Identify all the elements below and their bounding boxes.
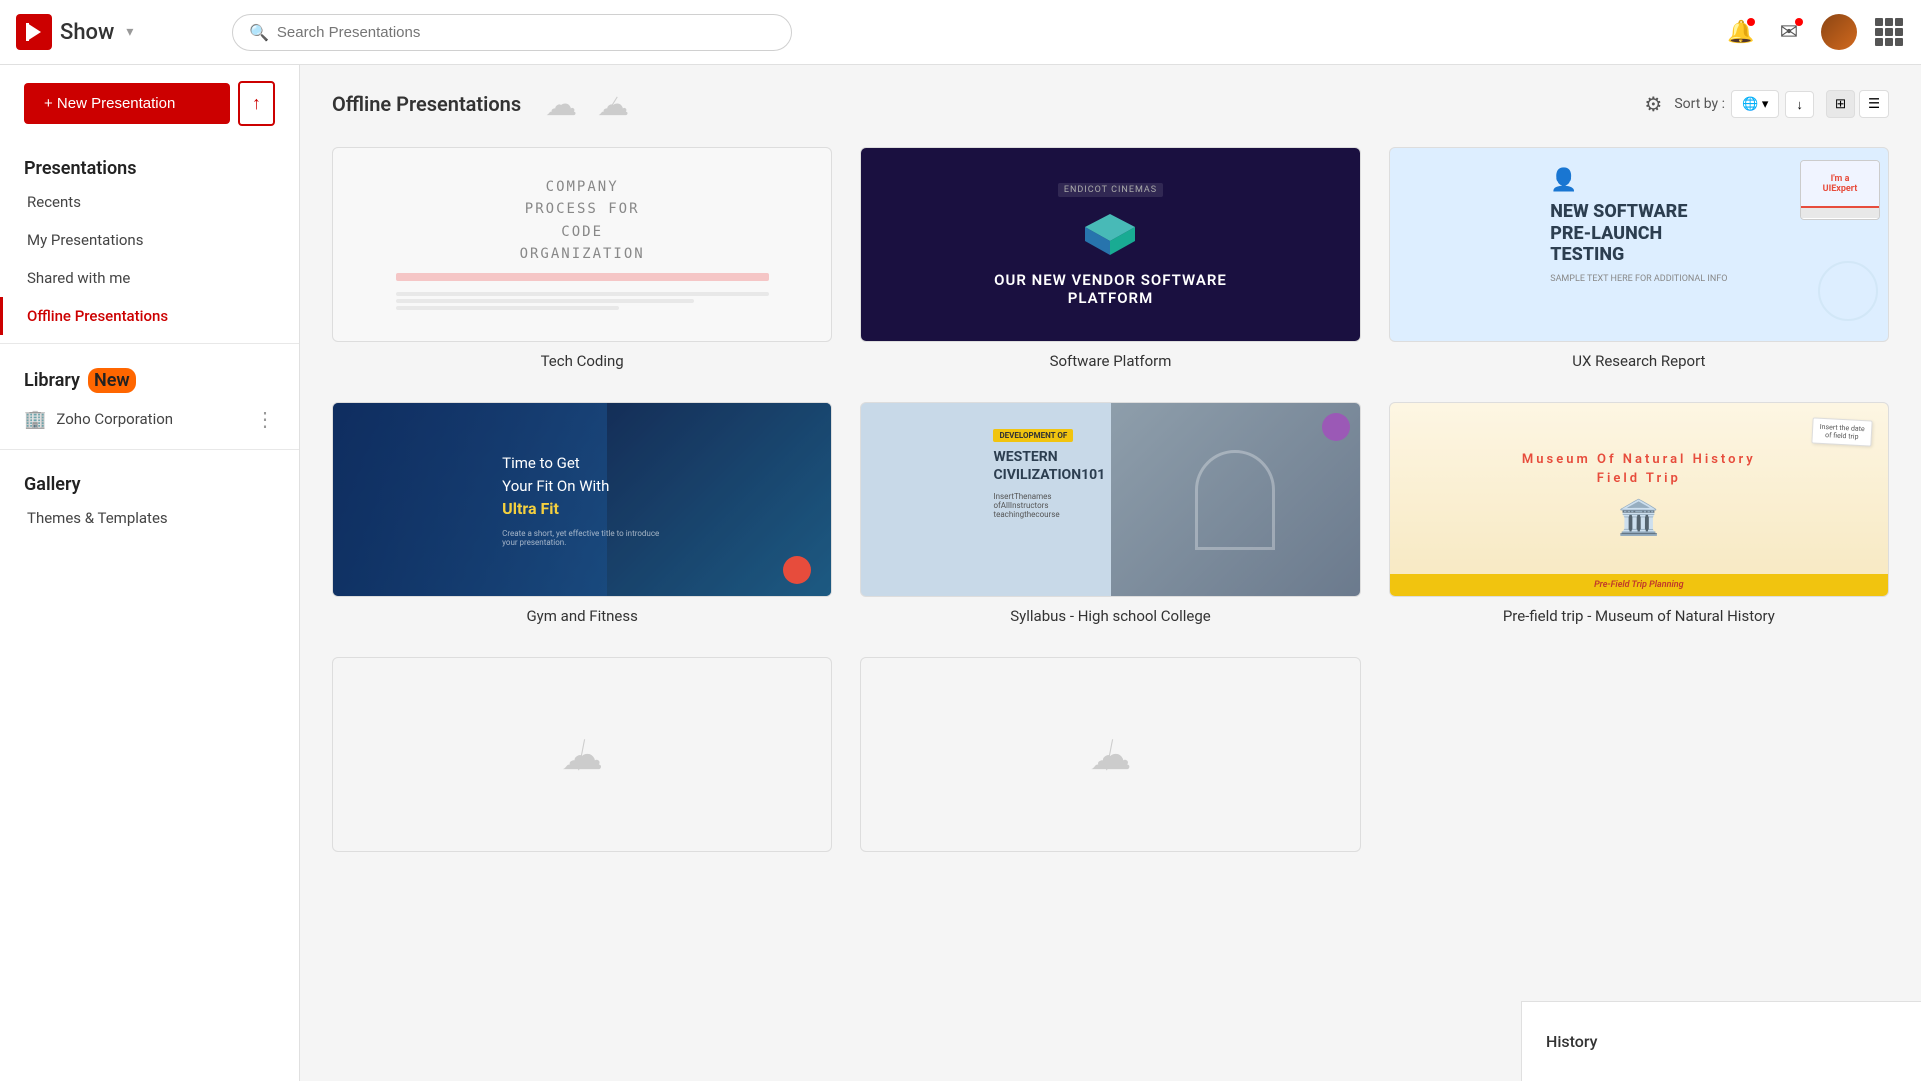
presentation-card-software-platform[interactable]: ENDICOT CINEMAS OUR NEW VENDOR SOFTWAREP… (860, 147, 1360, 370)
organization-icon: 🏢 (24, 409, 46, 430)
software-badge: ENDICOT CINEMAS (1058, 183, 1163, 197)
main-content: Offline Presentations ☁ ☁ ⁄ ⚙ Sort by : … (300, 65, 1921, 1081)
offline-placeholder-2: ☁ / (860, 657, 1360, 862)
sidebar-item-zoho-corporation[interactable]: 🏢 Zoho Corporation ⋮ (0, 397, 299, 441)
content-header: Offline Presentations ☁ ☁ ⁄ ⚙ Sort by : … (332, 85, 1889, 123)
upload-icon: ↑ (252, 93, 261, 113)
new-presentation-button[interactable]: + New Presentation (24, 83, 230, 124)
library-new-badge: New (88, 368, 136, 393)
presentations-heading: Presentations (0, 142, 299, 183)
offline-placeholder-grid: ☁ / ☁ / (332, 657, 1889, 862)
history-label: History (1546, 1032, 1598, 1051)
presentation-thumbnail-museum: Museum Of Natural History Field Trip 🏛️ … (1389, 402, 1889, 597)
sidebar: + New Presentation ↑ Presentations Recen… (0, 65, 300, 1081)
grid-view-button[interactable]: ⊞ (1826, 90, 1855, 118)
library-heading-row: Library New (0, 352, 299, 397)
presentation-name-gym-fitness: Gym and Fitness (332, 607, 832, 625)
presentation-thumbnail-ux-research: 👤 NEW SOFTWAREPRE-LAUNCHTESTING SAMPLE T… (1389, 147, 1889, 342)
sort-area: Sort by : 🌐 ▾ ↓ (1674, 90, 1814, 118)
notification-dot (1747, 18, 1755, 26)
library-heading-text: Library (24, 370, 80, 391)
sidebar-divider-1 (0, 343, 299, 344)
search-input[interactable] (277, 24, 775, 41)
main-layout: + New Presentation ↑ Presentations Recen… (0, 65, 1921, 1081)
more-options-icon[interactable]: ⋮ (255, 407, 275, 431)
ux-title: NEW SOFTWAREPRE-LAUNCHTESTING (1550, 201, 1727, 266)
sort-label: Sort by : (1674, 96, 1725, 112)
sidebar-item-themes-templates[interactable]: Themes & Templates (0, 499, 299, 537)
sidebar-item-my-presentations[interactable]: My Presentations (0, 221, 299, 259)
presentations-grid: COMPANYPROCESS FORCODEORGANIZATION Tech … (332, 147, 1889, 625)
presentation-name-tech-coding: Tech Coding (332, 352, 832, 370)
presentation-name-ux-research: UX Research Report (1389, 352, 1889, 370)
section-title: Offline Presentations (332, 92, 521, 116)
presentation-card-gym-fitness[interactable]: Time to GetYour Fit On WithUltra Fit Cre… (332, 402, 832, 625)
header-right: 🔔 ✉ (1725, 14, 1905, 50)
presentation-thumbnail-tech-coding: COMPANYPROCESS FORCODEORGANIZATION (332, 147, 832, 342)
sidebar-item-offline[interactable]: Offline Presentations (0, 297, 299, 335)
offline-cloud-icon: ☁ (545, 85, 577, 123)
presentation-card-museum[interactable]: Museum Of Natural History Field Trip 🏛️ … (1389, 402, 1889, 625)
presentation-thumbnail-software-platform: ENDICOT CINEMAS OUR NEW VENDOR SOFTWAREP… (860, 147, 1360, 342)
upload-button[interactable]: ↑ (238, 81, 275, 126)
app-header: Show ▾ 🔍 🔔 ✉ (0, 0, 1921, 65)
search-bar[interactable]: 🔍 (232, 14, 792, 51)
sidebar-divider-2 (0, 449, 299, 450)
presentation-card-tech-coding[interactable]: COMPANYPROCESS FORCODEORGANIZATION Tech … (332, 147, 832, 370)
presentation-thumbnail-syllabus: DEVELOPMENT OF WESTERNCIVILIZATION101 In… (860, 402, 1360, 597)
sidebar-item-recents[interactable]: Recents (0, 183, 299, 221)
settings-icon[interactable]: ⚙ (1644, 92, 1662, 116)
offline-thumb-2: ☁ / (860, 657, 1360, 852)
logo-caret-icon[interactable]: ▾ (126, 24, 133, 40)
offline-placeholder-1: ☁ / (332, 657, 832, 862)
user-avatar[interactable] (1821, 14, 1857, 50)
presentation-name-software-platform: Software Platform (860, 352, 1360, 370)
messages-icon[interactable]: ✉ (1773, 16, 1805, 48)
sidebar-item-shared[interactable]: Shared with me (0, 259, 299, 297)
library-item-label: Zoho Corporation (56, 410, 245, 428)
software-title: OUR NEW VENDOR SOFTWAREPLATFORM (994, 271, 1227, 307)
history-panel[interactable]: History (1521, 1001, 1921, 1081)
logo-icon (16, 14, 52, 50)
apps-grid-icon[interactable] (1873, 16, 1905, 48)
sort-direction[interactable]: ↓ (1785, 91, 1814, 118)
gallery-heading: Gallery (0, 458, 299, 499)
presentation-card-syllabus[interactable]: DEVELOPMENT OF WESTERNCIVILIZATION101 In… (860, 402, 1360, 625)
logo-area: Show ▾ (16, 14, 216, 50)
ux-sub: SAMPLE TEXT HERE FOR ADDITIONAL INFO (1550, 274, 1727, 284)
offline-cloud-1: ☁ / (561, 730, 603, 780)
presentation-name-syllabus: Syllabus - High school College (860, 607, 1360, 625)
app-name: Show (60, 20, 114, 45)
presentation-thumbnail-gym-fitness: Time to GetYour Fit On WithUltra Fit Cre… (332, 402, 832, 597)
list-view-button[interactable]: ☰ (1859, 90, 1889, 118)
presentation-name-museum: Pre-field trip - Museum of Natural Histo… (1389, 607, 1889, 625)
offline-indicator: ☁ ⁄ (597, 85, 629, 123)
syllabus-circle-decoration (1322, 413, 1350, 441)
view-toggle: ⊞ ☰ (1826, 90, 1889, 118)
software-icon (1080, 209, 1140, 259)
new-presentation-row: + New Presentation ↑ (0, 65, 299, 142)
notification-bell-icon[interactable]: 🔔 (1725, 16, 1757, 48)
presentation-card-ux-research[interactable]: 👤 NEW SOFTWAREPRE-LAUNCHTESTING SAMPLE T… (1389, 147, 1889, 370)
offline-cloud-2: ☁ / (1089, 730, 1131, 780)
header-tools: ⚙ Sort by : 🌐 ▾ ↓ ⊞ ☰ (1644, 90, 1889, 118)
search-icon: 🔍 (249, 23, 269, 42)
sort-dropdown[interactable]: 🌐 ▾ (1731, 90, 1779, 118)
offline-thumb-1: ☁ / (332, 657, 832, 852)
tech-thumb-title: COMPANYPROCESS FORCODEORGANIZATION (520, 176, 645, 266)
messages-dot (1795, 18, 1803, 26)
